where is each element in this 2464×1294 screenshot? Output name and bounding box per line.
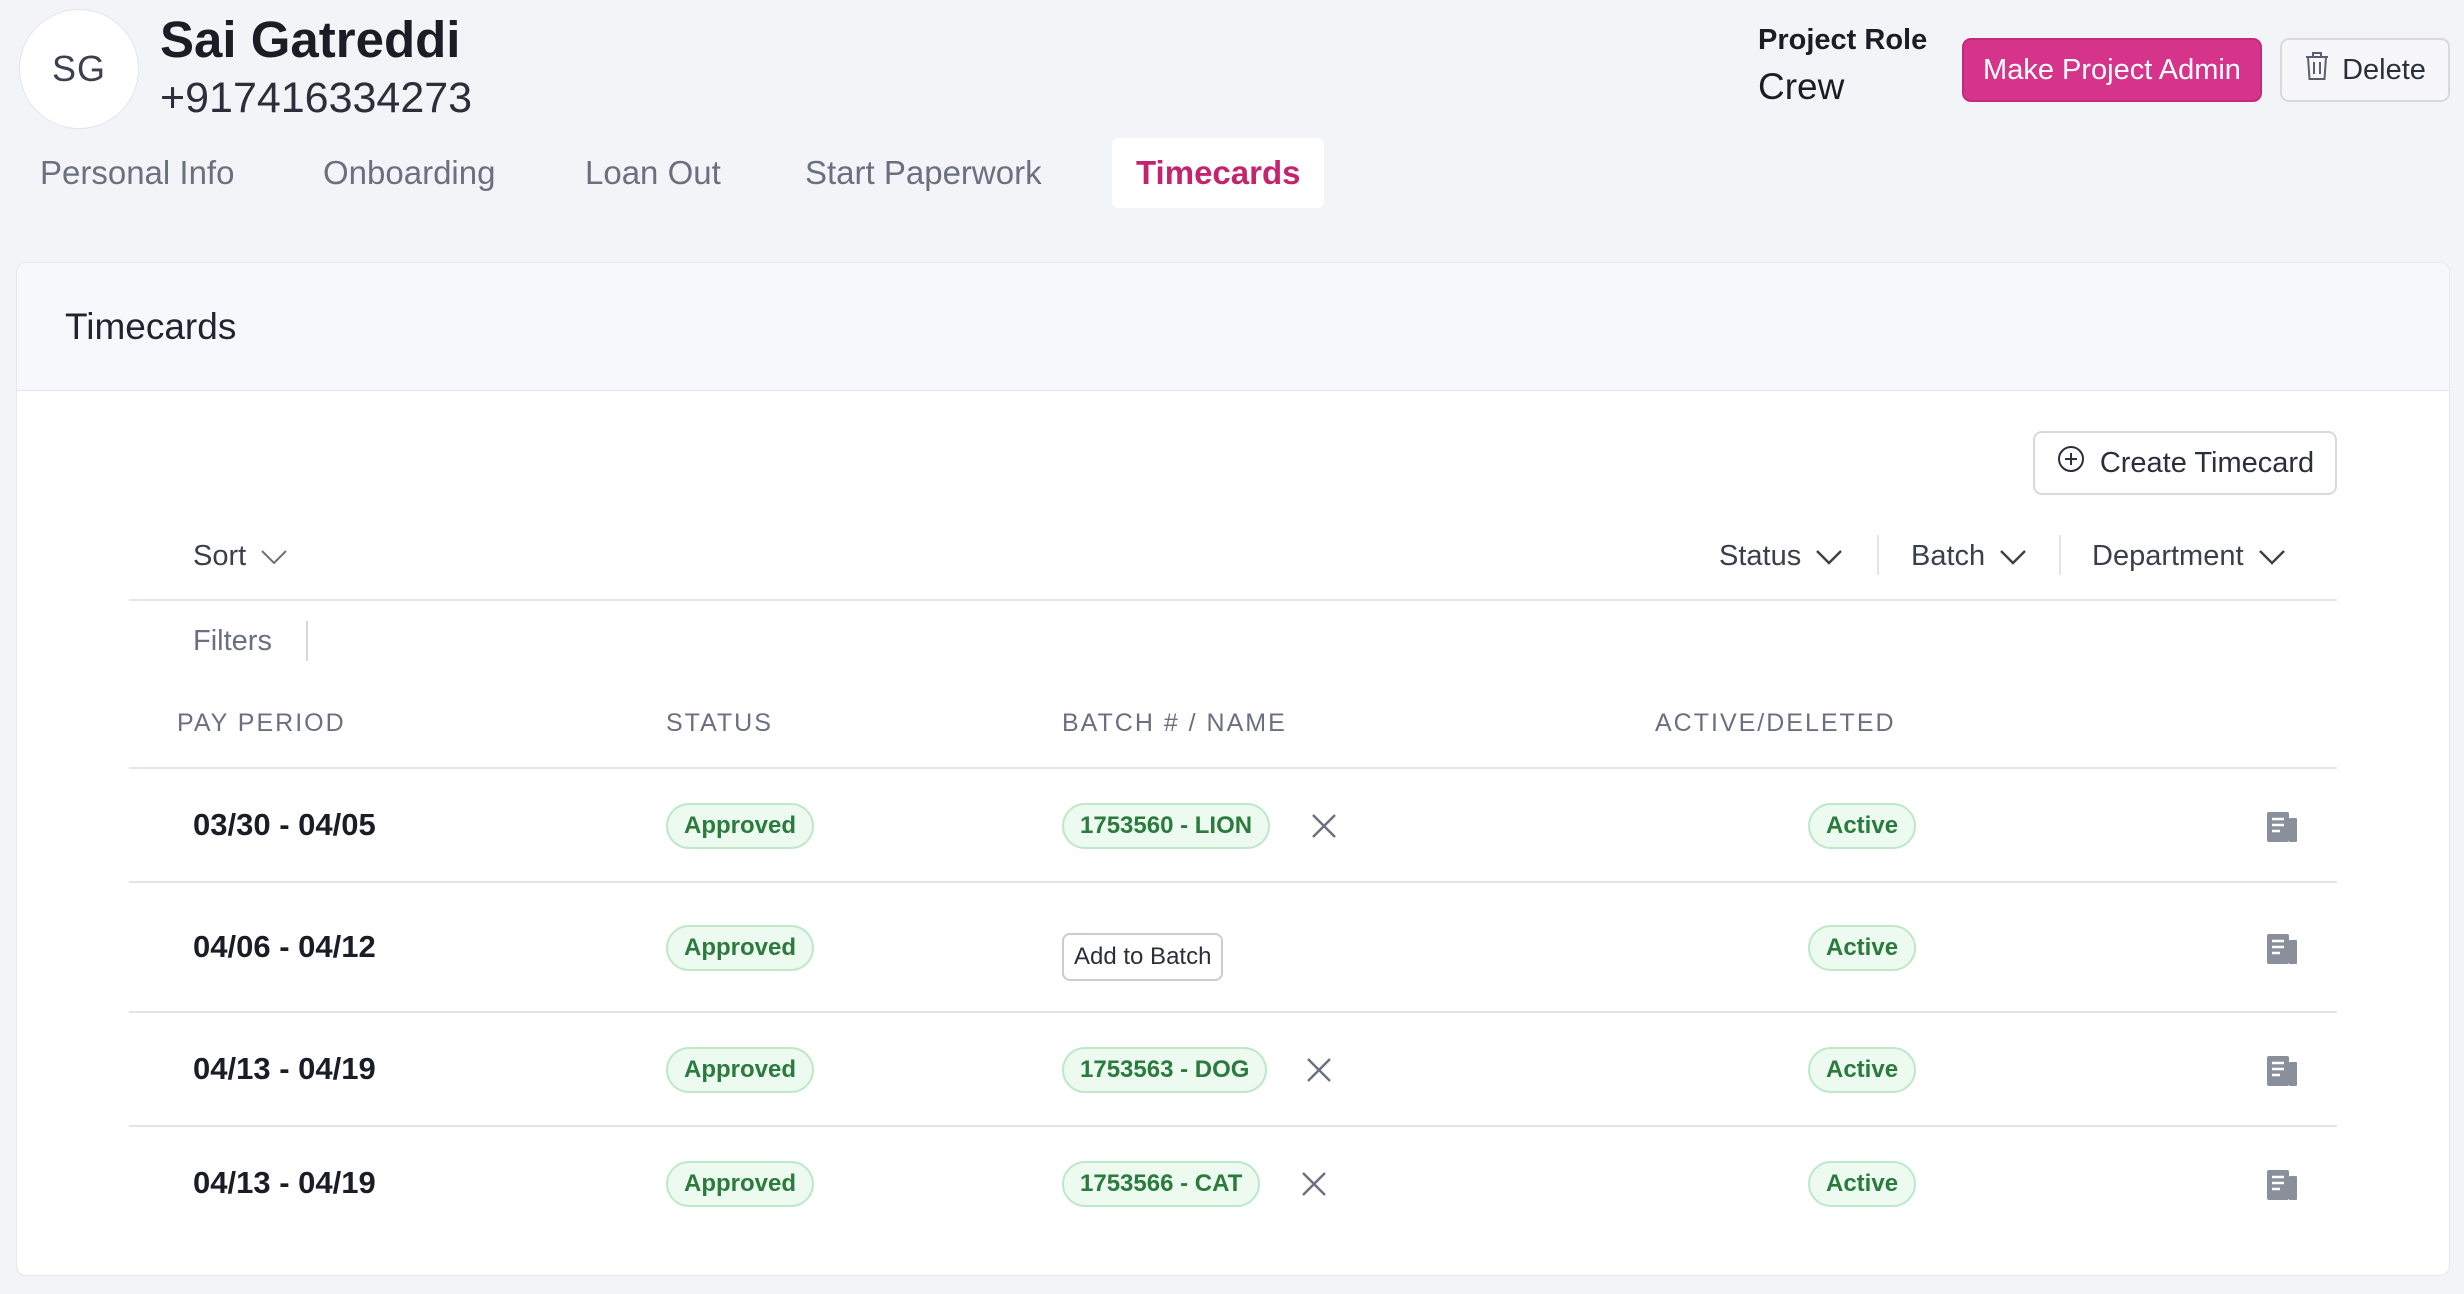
trash-icon <box>2304 50 2330 90</box>
document-icon[interactable] <box>2265 931 2301 967</box>
status-badge: Approved <box>666 1161 815 1207</box>
pay-period: 04/13 - 04/19 <box>193 1165 376 1200</box>
avatar: SG <box>19 9 139 129</box>
tab-personal-info[interactable]: Personal Info <box>16 138 258 208</box>
create-timecard-label: Create Timecard <box>2099 446 2315 479</box>
sort-dropdown[interactable]: Sort <box>193 511 288 601</box>
table-row[interactable]: 04/13 - 04/19 Approved 1753566 - CAT Act… <box>129 1127 2337 1241</box>
column-header-active-deleted: ACTIVE/DELETED <box>1655 709 1896 737</box>
tab-timecards[interactable]: Timecards <box>1112 138 1325 208</box>
chevron-down-icon <box>2258 540 2286 573</box>
status-badge: Approved <box>666 1047 815 1093</box>
column-header-status: STATUS <box>666 709 773 737</box>
table-row[interactable]: 03/30 - 04/05 Approved 1753560 - LION Ac… <box>129 769 2337 883</box>
tab-loan-out[interactable]: Loan Out <box>561 138 745 208</box>
toolbar-divider <box>1877 535 1879 575</box>
pay-period: 04/13 - 04/19 <box>193 1051 376 1086</box>
sort-label: Sort <box>193 539 247 572</box>
batch-filter-label: Batch <box>1911 539 1986 572</box>
chevron-down-icon <box>1815 540 1843 573</box>
chevron-down-icon <box>1999 540 2027 573</box>
status-filter-dropdown[interactable]: Status <box>1719 511 1843 601</box>
toolbar-divider <box>2059 535 2061 575</box>
avatar-initials: SG <box>51 48 106 89</box>
batch-badge: 1753566 - CAT <box>1062 1161 1261 1207</box>
batch-badge: 1753563 - DOG <box>1062 1047 1268 1093</box>
active-badge: Active <box>1808 1047 1917 1093</box>
plus-circle-icon <box>2056 444 2086 482</box>
active-badge: Active <box>1808 1161 1917 1207</box>
close-icon[interactable] <box>1299 1169 1329 1199</box>
active-badge: Active <box>1808 925 1917 971</box>
active-badge: Active <box>1808 803 1917 849</box>
table-toolbar: Sort Status Batch Department <box>129 511 2337 601</box>
document-icon[interactable] <box>2265 1053 2301 1089</box>
make-project-admin-button[interactable]: Make Project Admin <box>1962 38 2262 102</box>
add-to-batch-button[interactable]: Add to Batch <box>1062 933 1224 981</box>
document-icon[interactable] <box>2265 1167 2301 1203</box>
status-badge: Approved <box>666 803 815 849</box>
table-row[interactable]: 04/13 - 04/19 Approved 1753563 - DOG Act… <box>129 1013 2337 1127</box>
chevron-down-icon <box>260 540 288 573</box>
filters-bar: Filters <box>193 621 308 661</box>
tab-start-paperwork[interactable]: Start Paperwork <box>781 138 1066 208</box>
card-title: Timecards <box>65 305 237 347</box>
tab-onboarding[interactable]: Onboarding <box>299 138 519 208</box>
department-filter-dropdown[interactable]: Department <box>2092 511 2286 601</box>
pay-period: 04/06 - 04/12 <box>193 929 376 964</box>
document-icon[interactable] <box>2265 809 2301 845</box>
filters-divider <box>305 621 308 661</box>
create-timecard-button[interactable]: Create Timecard <box>2033 431 2337 495</box>
column-header-batch: BATCH # / NAME <box>1062 709 1287 737</box>
close-icon[interactable] <box>1304 1055 1334 1085</box>
batch-filter-dropdown[interactable]: Batch <box>1911 511 2027 601</box>
delete-button-label: Delete <box>2342 53 2426 86</box>
delete-button[interactable]: Delete <box>2280 38 2450 102</box>
batch-badge: 1753560 - LION <box>1062 803 1271 849</box>
status-badge: Approved <box>666 925 815 971</box>
pay-period: 03/30 - 04/05 <box>193 807 376 842</box>
person-name: Sai Gatreddi <box>160 11 461 68</box>
status-filter-label: Status <box>1719 539 1802 572</box>
department-filter-label: Department <box>2092 539 2244 572</box>
table-row[interactable]: 04/06 - 04/12 Approved Add to Batch Acti… <box>129 883 2337 1013</box>
close-icon[interactable] <box>1309 811 1339 841</box>
project-role-label: Project Role <box>1758 24 1928 56</box>
project-role-value: Crew <box>1758 66 1845 107</box>
column-header-pay-period: PAY PERIOD <box>177 709 346 737</box>
timecards-card: Timecards Create Timecard Sort Status Ba… <box>16 262 2450 1276</box>
person-phone: +917416334273 <box>160 74 473 122</box>
filters-label: Filters <box>193 624 272 657</box>
card-header: Timecards <box>17 263 2449 391</box>
